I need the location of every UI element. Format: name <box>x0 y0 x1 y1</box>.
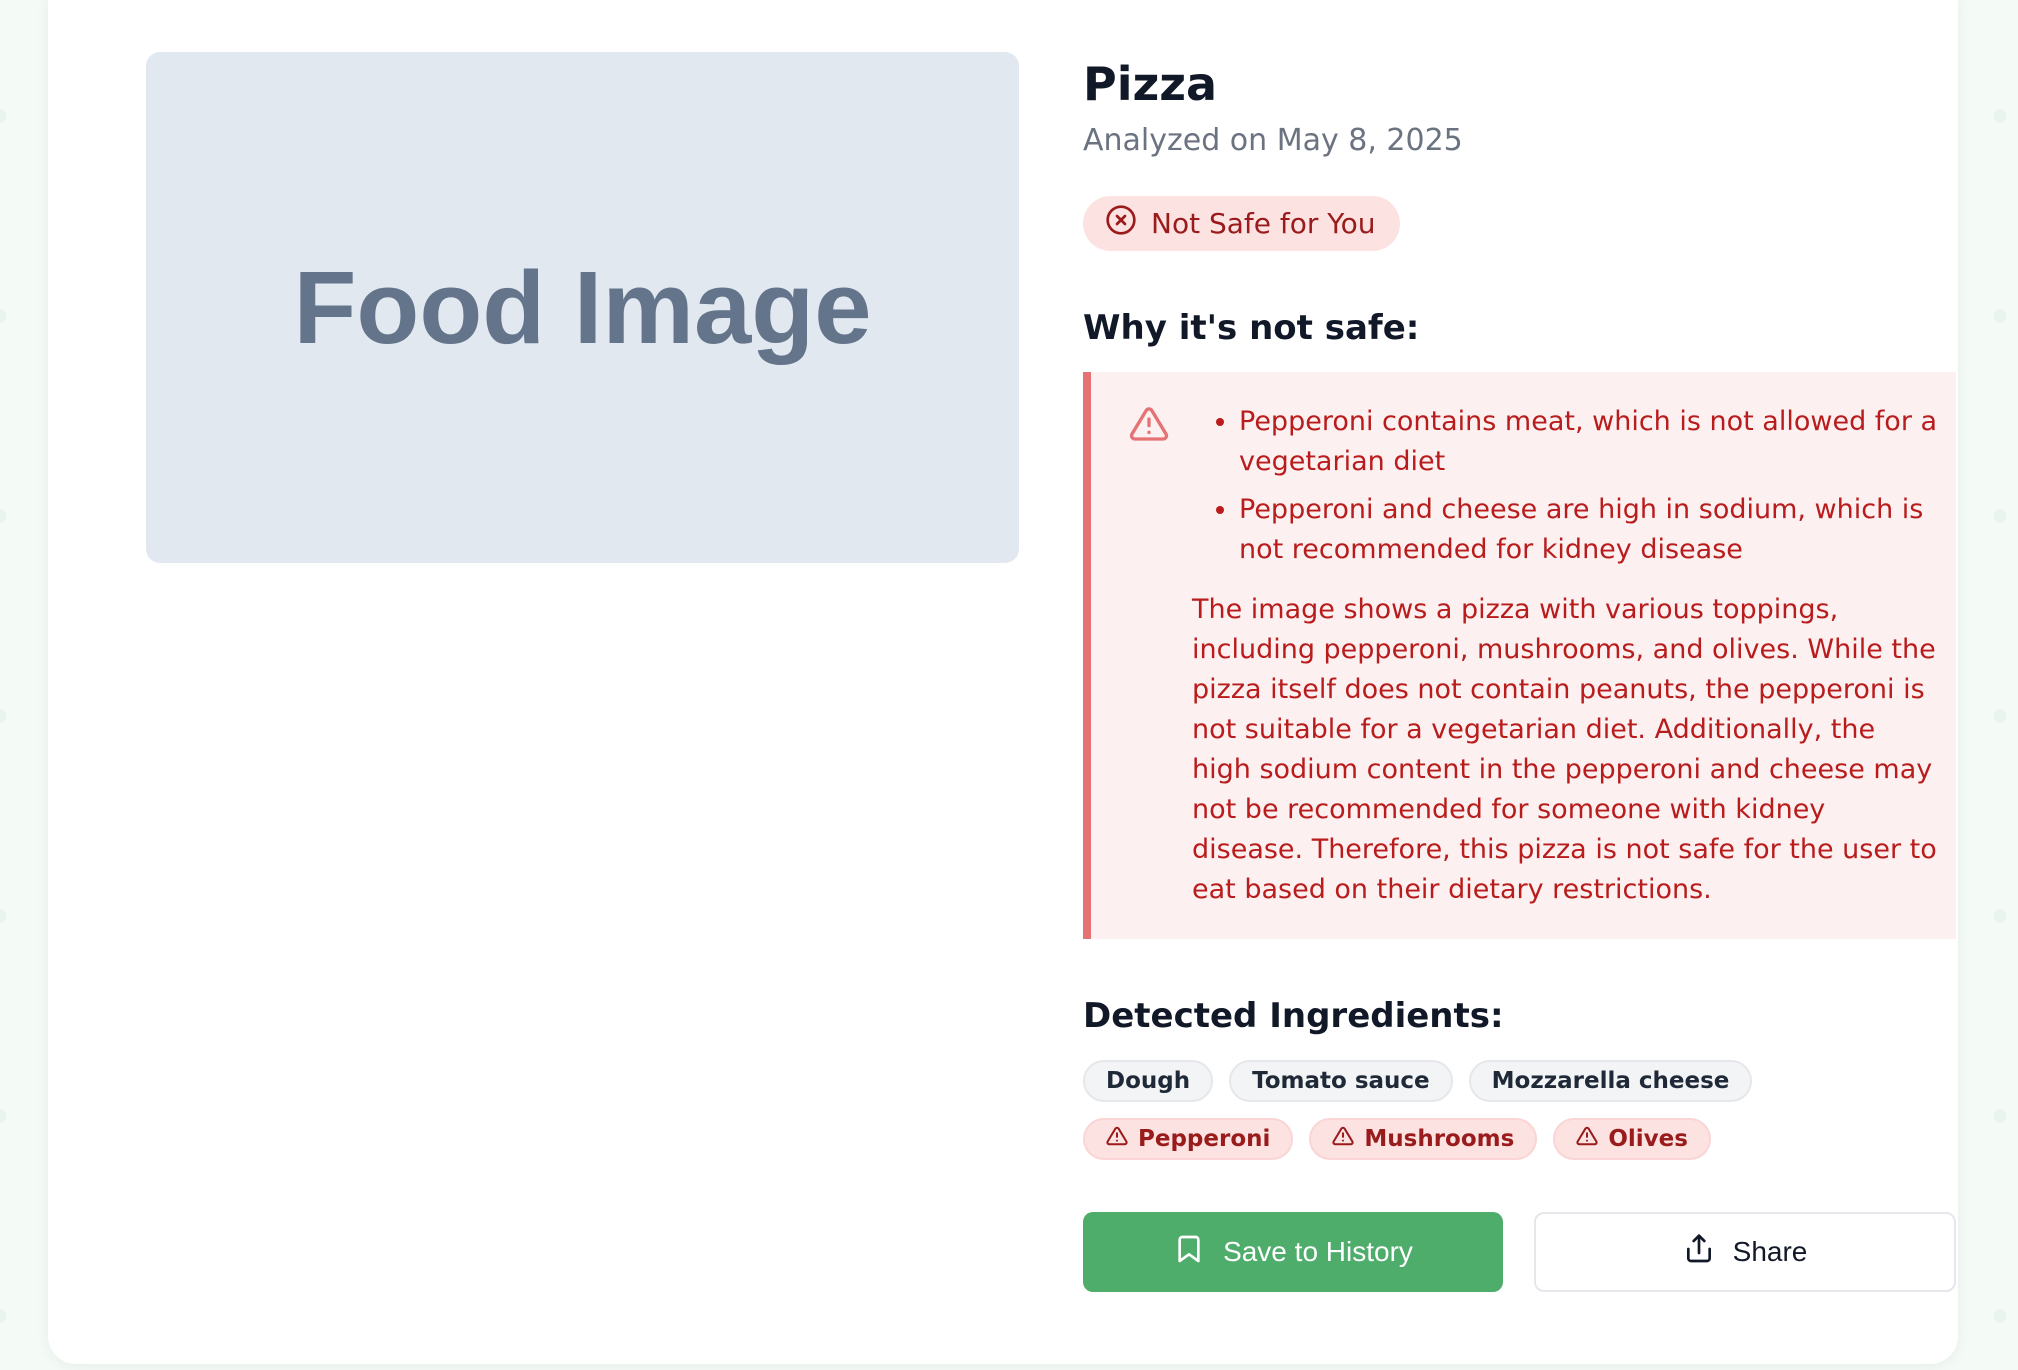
ingredient-chip-olives: Olives <box>1553 1118 1711 1160</box>
safety-status-label: Not Safe for You <box>1151 207 1376 240</box>
save-button-label: Save to History <box>1223 1236 1413 1267</box>
warning-triangle-icon <box>1129 404 1169 444</box>
warning-triangle-icon <box>1106 1125 1128 1153</box>
ingredient-chip-mozzarella-cheese: Mozzarella cheese <box>1468 1060 1753 1102</box>
warning-triangle-icon <box>1332 1125 1354 1153</box>
warning-alert: Pepperoni contains meat, which is not al… <box>1083 372 1956 939</box>
ingredient-name: Tomato sauce <box>1252 1068 1430 1094</box>
save-to-history-button[interactable]: Save to History <box>1083 1212 1503 1292</box>
share-icon <box>1683 1233 1715 1272</box>
ingredient-name: Mushrooms <box>1364 1126 1515 1152</box>
share-button-label: Share <box>1732 1236 1808 1267</box>
result-card: Food Image Pizza Analyzed on May 8, 2025… <box>48 0 1958 1364</box>
ingredient-chip-pepperoni: Pepperoni <box>1083 1118 1294 1160</box>
ingredient-chip-mushrooms: Mushrooms <box>1309 1118 1538 1160</box>
warning-triangle-icon <box>1576 1125 1598 1153</box>
reason-list: Pepperoni contains meat, which is not al… <box>1199 402 1959 578</box>
ingredient-name: Pepperoni <box>1138 1126 1271 1152</box>
bookmark-icon <box>1173 1233 1205 1272</box>
detected-ingredients-heading: Detected Ingredients: <box>1083 996 1504 1036</box>
food-title: Pizza <box>1083 57 1218 111</box>
analyzed-date: Analyzed on May 8, 2025 <box>1083 123 1463 158</box>
food-image-label: Food Image <box>293 249 872 365</box>
analysis-explanation: The image shows a pizza with various top… <box>1192 594 1937 905</box>
share-button[interactable]: Share <box>1534 1212 1956 1292</box>
ingredient-chip-dough: Dough <box>1083 1060 1214 1102</box>
food-image-placeholder: Food Image <box>146 52 1019 563</box>
ingredient-name: Mozzarella cheese <box>1491 1068 1730 1094</box>
safety-status-badge: Not Safe for You <box>1083 196 1400 251</box>
why-not-safe-heading: Why it's not safe: <box>1083 308 1420 348</box>
reason-item: Pepperoni contains meat, which is not al… <box>1239 402 1959 482</box>
reason-item: Pepperoni and cheese are high in sodium,… <box>1239 490 1959 570</box>
ingredient-name: Dough <box>1106 1068 1191 1094</box>
ingredient-chip-list: Dough Tomato sauce Mozzarella cheese Pep… <box>1083 1060 1963 1160</box>
ingredient-chip-tomato-sauce: Tomato sauce <box>1229 1060 1453 1102</box>
ingredient-name: Olives <box>1608 1126 1688 1152</box>
x-circle-icon <box>1105 204 1137 243</box>
